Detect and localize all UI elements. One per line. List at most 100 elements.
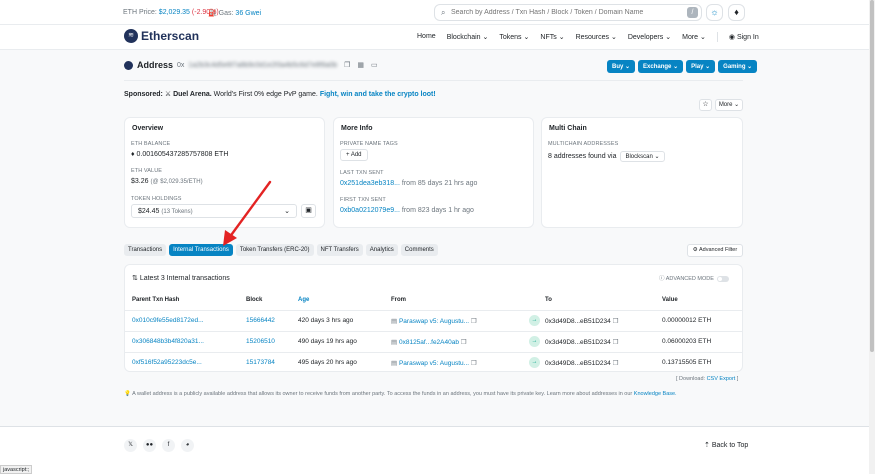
add-tag-button[interactable]: + Add	[340, 149, 368, 161]
search-box[interactable]: ⌕ /	[434, 4, 702, 21]
address-tabs: Transactions Internal Transactions Token…	[124, 244, 438, 256]
multichain-card: Multi Chain	[541, 117, 743, 228]
gas-value[interactable]: 36 Gwei	[235, 10, 261, 17]
user-icon: ◉	[728, 34, 735, 41]
age-sort-header[interactable]: Age	[298, 297, 309, 303]
tab-comments[interactable]: Comments	[400, 244, 438, 256]
reddit-icon[interactable]: ◕	[181, 439, 194, 452]
theme-toggle-icon[interactable]: ☼	[706, 4, 723, 21]
advanced-filter-button[interactable]: ⚙ Advanced Filter	[687, 244, 743, 257]
copy-icon[interactable]: ❐	[344, 61, 350, 69]
ethereum-network-icon[interactable]: ♦	[728, 4, 745, 21]
more-dropdown-button[interactable]: More ⌄	[715, 99, 743, 111]
parent-txn-hash[interactable]: 0x010c9fe55ed8172ed...	[132, 317, 204, 324]
sponsored-banner: Sponsored: ⚔ Duel Arena. World's First 0…	[124, 91, 436, 98]
blockscan-select[interactable]: Blockscan ⌄	[620, 151, 665, 162]
advanced-mode-toggle[interactable]: ⓘ ADVANCED MODE	[659, 274, 729, 282]
comment-icon[interactable]: ▭	[371, 61, 378, 69]
copy-icon[interactable]: ❐	[613, 318, 619, 325]
medium-icon[interactable]: ●●	[143, 439, 156, 452]
tab-transactions[interactable]: Transactions	[124, 244, 167, 256]
search-shortcut: /	[687, 7, 698, 18]
to-address[interactable]: 0x3d49D8...eB51D234	[545, 339, 611, 346]
top-bar: ETH Price: $2,029.35 (-2.90%) ⛽ Gas: 36 …	[0, 0, 875, 25]
duel-arena-icon: ⚔	[164, 91, 172, 98]
gas-icon: ⛽	[208, 10, 217, 17]
gas-price: ⛽ Gas: 36 Gwei	[208, 10, 262, 17]
copy-icon[interactable]: ❐	[461, 339, 467, 346]
from-address[interactable]: Paraswap v5: Augustu...	[399, 318, 469, 325]
arrow-right-icon: →	[529, 315, 540, 326]
internal-transactions-card: ⇅ Latest 3 Internal transactions ⓘ ADVAN…	[124, 264, 743, 372]
sponsor-link[interactable]: Fight, win and take the crypto loot!	[320, 91, 436, 98]
chevron-down-icon: ⌄	[284, 208, 290, 215]
nav-home[interactable]: Home	[417, 33, 436, 42]
from-address[interactable]: Paraswap v5: Augustu...	[399, 360, 469, 367]
status-bar: javascript:;	[0, 465, 33, 474]
scrollbar-thumb[interactable]	[870, 0, 874, 352]
chevron-down-icon: ⌄	[482, 34, 489, 41]
etherscan-logo[interactable]: ≋ Etherscan	[124, 29, 199, 43]
toggle-switch[interactable]	[716, 275, 729, 282]
info-icon: ⓘ	[659, 276, 665, 282]
chevron-down-icon: ⌄	[665, 34, 672, 41]
to-address[interactable]: 0x3d49D8...eB51D234	[545, 318, 611, 325]
download-csv: [ Download: CSV Export ]	[676, 376, 739, 382]
last-txn-link[interactable]: 0x251dea3eb318...	[340, 180, 400, 187]
star-icon[interactable]: ☆	[699, 99, 712, 111]
nav-developers[interactable]: Developers ⌄	[628, 33, 671, 42]
copy-icon[interactable]: ❐	[471, 360, 477, 367]
block-link[interactable]: 15173784	[246, 359, 275, 366]
eth-price-value[interactable]: $2,029.35	[159, 9, 190, 16]
chevron-down-icon: ⌄	[700, 34, 706, 41]
knowledge-base-link[interactable]: Knowledge Base.	[634, 391, 677, 397]
play-button[interactable]: Play ⌄	[686, 60, 716, 73]
contract-icon: ▤	[391, 318, 398, 325]
nav-resources[interactable]: Resources ⌄	[576, 33, 617, 42]
qr-code-icon[interactable]: ▦	[357, 61, 364, 69]
parent-txn-hash[interactable]: 0x306848b3b4f820a31...	[132, 338, 204, 345]
tab-analytics[interactable]: Analytics	[365, 244, 398, 256]
first-txn-link[interactable]: 0xb0a0212079e9...	[340, 207, 400, 214]
back-to-top-link[interactable]: ⇡ Back to Top	[704, 441, 748, 449]
from-address[interactable]: 0x8125af...fe2A40ab	[399, 339, 459, 346]
nav-more[interactable]: More ⌄	[682, 33, 706, 42]
copy-icon[interactable]: ❐	[613, 360, 619, 367]
nav-nfts[interactable]: NFTs ⌄	[540, 33, 564, 42]
parent-txn-hash[interactable]: 0xf516f52a95223dc5e...	[132, 359, 202, 366]
chevron-down-icon: ⌄	[558, 34, 565, 41]
arrow-up-icon: ⇡	[704, 442, 710, 449]
tab-nft-transfers[interactable]: NFT Transfers	[316, 244, 363, 256]
facebook-icon[interactable]: f	[162, 439, 175, 452]
to-address[interactable]: 0x3d49D8...eB51D234	[545, 360, 611, 367]
address-heading: Address 0x 1a2b3c4d5e6f7a8b9c0d1e2f3a4b5…	[124, 60, 378, 70]
lightbulb-icon: 💡	[124, 391, 131, 397]
address-actions: Buy ⌄ Exchange ⌄ Play ⌄ Gaming ⌄	[607, 60, 758, 73]
main-nav: Home Blockchain ⌄ Tokens ⌄ NFTs ⌄ Resour…	[417, 32, 759, 42]
filter-icon: ⚙	[692, 247, 698, 253]
main-header: ≋ Etherscan Home Blockchain ⌄ Tokens ⌄ N…	[0, 25, 875, 50]
wallet-icon[interactable]: ▣	[301, 204, 316, 218]
csv-export-link[interactable]: CSV Export	[707, 376, 736, 382]
address-hash[interactable]: 1a2b3c4d5e6f7a8b9c0d1e2f3a4b5c6d7e8f9a0b	[188, 62, 337, 69]
gaming-button[interactable]: Gaming ⌄	[718, 60, 758, 73]
exchange-button[interactable]: Exchange ⌄	[638, 60, 684, 73]
search-icon: ⌕	[441, 8, 446, 17]
block-link[interactable]: 15206510	[246, 338, 275, 345]
buy-button[interactable]: Buy ⌄	[607, 60, 636, 73]
block-link[interactable]: 15666442	[246, 317, 275, 324]
copy-icon[interactable]: ❐	[613, 339, 619, 346]
etherscan-logo-icon: ≋	[124, 29, 138, 43]
twitter-icon[interactable]: 𝕏	[124, 439, 137, 452]
nav-tokens[interactable]: Tokens ⌄	[499, 33, 529, 42]
nav-sign-in[interactable]: ◉ Sign In	[729, 33, 759, 42]
table-row: 0x306848b3b4f820a31... 15206510 490 days…	[125, 331, 742, 352]
annotation-arrow	[223, 180, 272, 246]
search-input[interactable]	[451, 7, 681, 18]
contract-icon: ▤	[391, 339, 398, 346]
arrow-right-icon: →	[529, 357, 540, 368]
address-avatar	[124, 60, 133, 70]
copy-icon[interactable]: ❐	[471, 318, 477, 325]
nav-blockchain[interactable]: Blockchain ⌄	[447, 33, 489, 42]
page-scrollbar[interactable]	[869, 0, 875, 474]
